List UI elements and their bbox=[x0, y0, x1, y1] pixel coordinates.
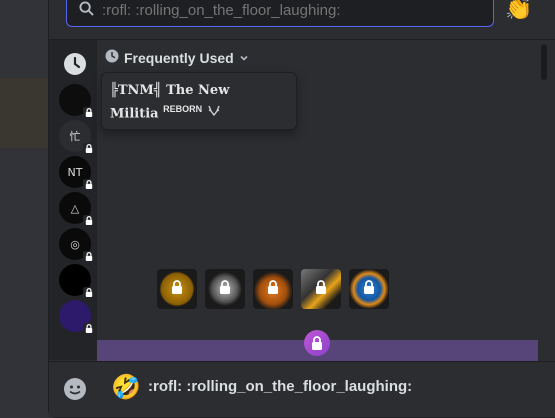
lock-icon bbox=[219, 279, 231, 299]
clock-icon bbox=[105, 49, 119, 66]
lock-icon bbox=[83, 287, 94, 298]
server-category-1[interactable] bbox=[59, 84, 94, 118]
locked-emoji-5[interactable] bbox=[349, 269, 389, 309]
emoji-preview-footer: 🤣 :rofl: :rolling_on_the_floor_laughing: bbox=[49, 361, 555, 417]
background-panel bbox=[0, 78, 49, 148]
recent-category[interactable] bbox=[59, 48, 91, 80]
lock-icon bbox=[363, 279, 375, 299]
scrollbar-thumb[interactable] bbox=[541, 44, 547, 80]
tooltip-line-2: Militia bbox=[110, 106, 159, 122]
server-category-6[interactable] bbox=[59, 264, 94, 298]
lock-icon bbox=[83, 251, 94, 262]
server-category-5[interactable]: ◎ bbox=[59, 228, 94, 262]
section-header[interactable]: Frequently Used bbox=[105, 49, 249, 66]
search-box[interactable] bbox=[66, 0, 494, 27]
lock-icon bbox=[83, 323, 94, 334]
server-category-7[interactable] bbox=[59, 300, 94, 334]
lock-icon bbox=[83, 215, 94, 226]
emoji-row bbox=[157, 269, 389, 309]
lock-icon bbox=[83, 107, 94, 118]
server-category-2[interactable]: 忙 bbox=[59, 120, 94, 154]
lock-icon bbox=[83, 179, 94, 190]
locked-emoji-2[interactable] bbox=[205, 269, 245, 309]
locked-emoji-3[interactable] bbox=[253, 269, 293, 309]
preview-emoji: 🤣 bbox=[111, 374, 141, 401]
tooltip-suffix: REBORN bbox=[163, 104, 203, 114]
emoji-grid-area: Frequently Used ╠TNM╣ The New Militia RE… bbox=[97, 40, 540, 360]
preview-emoji-name: :rofl: :rolling_on_the_floor_laughing: bbox=[148, 378, 413, 395]
server-category-4[interactable]: △ bbox=[59, 192, 94, 226]
tooltip-line-1: ╠TNM╣ The New bbox=[110, 83, 230, 98]
lock-icon bbox=[315, 279, 327, 299]
premium-lock-icon[interactable] bbox=[304, 330, 330, 356]
lock-icon bbox=[171, 279, 183, 299]
category-sidebar: 忙 NT △ ◎ bbox=[49, 40, 97, 360]
search-input[interactable] bbox=[102, 2, 462, 19]
chevron-down-icon bbox=[239, 50, 249, 66]
locked-emoji-4[interactable] bbox=[301, 269, 341, 309]
search-icon bbox=[79, 0, 94, 21]
lock-icon bbox=[267, 279, 279, 299]
locked-emoji-1[interactable] bbox=[157, 269, 197, 309]
scrollbar[interactable] bbox=[541, 44, 549, 360]
server-category-3[interactable]: NT bbox=[59, 156, 94, 190]
random-emoji-button[interactable]: 👏 bbox=[505, 0, 532, 22]
smiley-icon bbox=[63, 377, 87, 406]
emoji-picker: 👏 忙NT△◎ Frequently Used ╠TNM╣ The New Mi… bbox=[48, 0, 555, 418]
server-name-tooltip: ╠TNM╣ The New Militia REBORN bbox=[101, 72, 297, 130]
lock-icon bbox=[83, 143, 94, 154]
search-row: 👏 bbox=[49, 0, 555, 40]
antlers-icon bbox=[207, 106, 221, 121]
clock-icon bbox=[59, 53, 87, 80]
section-title: Frequently Used bbox=[124, 49, 234, 66]
